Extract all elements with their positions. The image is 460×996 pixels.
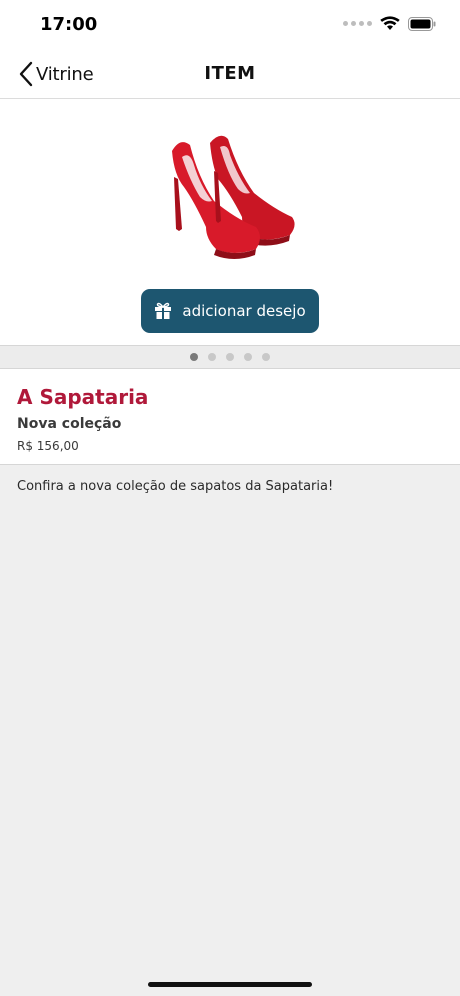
red-high-heel-shoes-image[interactable] <box>158 131 303 261</box>
product-price: R$ 156,00 <box>17 439 79 453</box>
product-subtitle: Nova coleção <box>17 416 122 432</box>
status-time: 17:00 <box>40 14 98 35</box>
signal-icon <box>343 21 372 26</box>
pager-dot[interactable] <box>226 353 234 361</box>
store-name: A Sapataria <box>17 385 149 409</box>
wifi-icon <box>380 16 400 30</box>
product-area: adicionar desejo <box>0 99 460 346</box>
pager-dot[interactable] <box>190 353 198 361</box>
product-description: Confira a nova coleção de sapatos da Sap… <box>17 479 334 494</box>
gift-icon <box>155 302 172 319</box>
status-icons <box>343 16 436 31</box>
add-wish-button[interactable]: adicionar desejo <box>141 289 319 333</box>
nav-bar: Vitrine ITEM <box>0 50 460 99</box>
home-indicator[interactable] <box>148 982 312 987</box>
add-wish-label: adicionar desejo <box>182 302 306 320</box>
product-info: A Sapataria Nova coleção R$ 156,00 <box>0 369 460 465</box>
page-title: ITEM <box>204 63 256 84</box>
image-pager <box>0 346 460 369</box>
status-bar: 17:00 <box>0 0 460 50</box>
battery-icon <box>408 16 436 31</box>
pager-dot[interactable] <box>208 353 216 361</box>
pager-dot[interactable] <box>244 353 252 361</box>
pager-dot[interactable] <box>262 353 270 361</box>
